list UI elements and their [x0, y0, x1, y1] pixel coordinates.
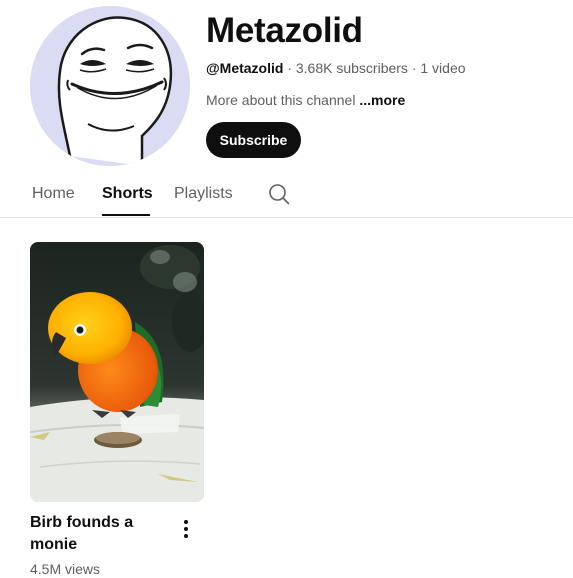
parrot-with-coin-image: [30, 242, 204, 502]
about-text: More about this channel: [206, 92, 360, 108]
active-tab-indicator: [102, 214, 150, 216]
channel-name: Metazolid: [206, 11, 363, 50]
tab-playlists[interactable]: Playlists: [174, 184, 233, 204]
more-vert-icon[interactable]: [176, 517, 196, 541]
short-title[interactable]: Birb founds a monie: [30, 512, 170, 556]
channel-meta: @Metazolid · 3.68K subscribers · 1 video: [206, 59, 466, 77]
tabs-divider: [0, 217, 573, 218]
meme-face-avatar-icon: [30, 6, 190, 166]
channel-stats: · 3.68K subscribers · 1 video: [283, 60, 466, 76]
channel-avatar[interactable]: [30, 6, 190, 166]
subscribe-button[interactable]: Subscribe: [206, 122, 301, 158]
short-views: 4.5M views: [30, 561, 101, 577]
tab-home[interactable]: Home: [32, 184, 75, 204]
channel-about[interactable]: More about this channel ...more: [206, 91, 405, 109]
channel-handle: @Metazolid: [206, 60, 284, 76]
tab-shorts[interactable]: Shorts: [102, 184, 153, 204]
short-thumbnail[interactable]: [30, 242, 204, 502]
search-icon[interactable]: [268, 183, 290, 205]
more-link[interactable]: ...more: [359, 92, 405, 108]
